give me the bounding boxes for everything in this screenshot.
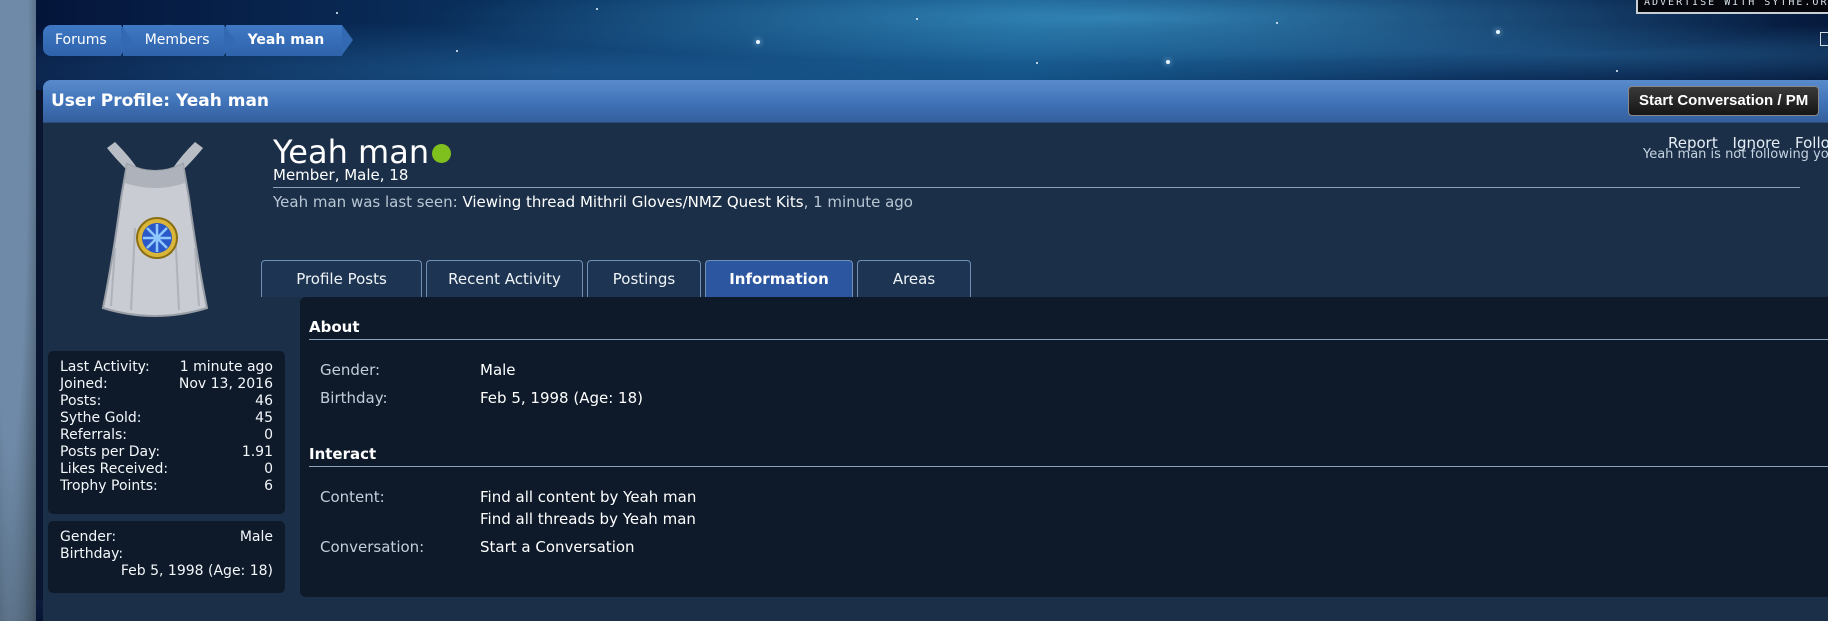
stat-value[interactable]: 6 (264, 478, 273, 495)
breadcrumb-members[interactable]: Members (122, 25, 235, 56)
tab-postings[interactable]: Postings (587, 260, 701, 297)
header-divider (273, 187, 1800, 188)
last-seen-action: Viewing thread (462, 193, 576, 211)
stat-sythe-gold: Sythe Gold: 45 (60, 410, 273, 427)
user-info-box: Gender: Male Birthday: Feb 5, 1998 (Age: … (48, 521, 285, 593)
tab-profile-posts[interactable]: Profile Posts (261, 260, 422, 297)
stat-label: Posts per Day: (60, 444, 161, 460)
advertise-banner[interactable]: ADVERTISE WITH SYTHE.ORG (1636, 0, 1828, 14)
profile-username: Yeah man (273, 133, 430, 171)
last-seen-thread-link[interactable]: Mithril Gloves/NMZ Quest Kits (580, 193, 804, 211)
stat-label: Likes Received: (60, 461, 169, 477)
find-all-content-link[interactable]: Find all content by Yeah man (480, 488, 696, 506)
stat-value[interactable]: 46 (255, 393, 273, 410)
sidebar-gender-value: Male (239, 529, 273, 545)
stat-trophy-points[interactable]: Trophy Points: 6 (60, 478, 273, 495)
external-link-icon[interactable] (1820, 32, 1828, 46)
sidebar-gender-row: Gender: Male (60, 529, 273, 546)
online-status-icon (432, 144, 451, 163)
tab-recent-activity[interactable]: Recent Activity (426, 260, 583, 297)
page-title: User Profile: Yeah man (51, 91, 270, 111)
interact-conversation-label: Conversation: (320, 538, 425, 556)
stat-value: Nov 13, 2016 (178, 376, 273, 392)
breadcrumb-current-user[interactable]: Yeah man (225, 25, 353, 56)
breadcrumb-forums[interactable]: Forums (43, 25, 132, 56)
information-content: About Gender: Male Birthday: Feb 5, 1998… (300, 297, 1828, 597)
stat-referrals: Referrals: 0 (60, 427, 273, 444)
about-gender-label: Gender: (320, 361, 381, 379)
stat-label: Joined: (60, 376, 108, 392)
stat-value: 0 (264, 461, 273, 477)
follow-note: Yeah man is not following you (1643, 147, 1828, 162)
stat-label: Last Activity: (60, 359, 150, 375)
breadcrumb: Forums Members Yeah man (43, 25, 353, 56)
start-conversation-button[interactable]: Start Conversation / PM (1628, 86, 1820, 116)
avatar[interactable] (85, 138, 225, 328)
about-birthday-value: Feb 5, 1998 (Age: 18) (480, 389, 643, 407)
interact-heading: Interact (309, 445, 377, 463)
profile-tabs: Profile Posts Recent Activity Postings I… (261, 260, 975, 297)
stat-posts[interactable]: Posts: 46 (60, 393, 273, 410)
about-heading: About (309, 318, 360, 336)
last-seen-time: , 1 minute ago (803, 193, 913, 211)
sidebar-gender-label: Gender: (60, 529, 117, 545)
stat-label: Trophy Points: (60, 478, 158, 494)
about-divider (309, 339, 1828, 340)
start-a-conversation-link[interactable]: Start a Conversation (480, 538, 635, 556)
stat-value: 0 (264, 427, 273, 443)
about-birthday-label: Birthday: (320, 389, 388, 407)
interact-divider (309, 466, 1828, 467)
stat-posts-per-day: Posts per Day: 1.91 (60, 444, 273, 461)
last-seen: Yeah man was last seen: Viewing thread M… (273, 193, 913, 211)
stat-value: 1 minute ago (179, 359, 273, 375)
interact-content-label: Content: (320, 488, 385, 506)
stat-label: Posts: (60, 393, 102, 409)
stat-value: 45 (255, 410, 273, 426)
sidebar-birthday-label: Birthday: (60, 546, 124, 562)
stat-label: Referrals: (60, 427, 127, 443)
tab-information[interactable]: Information (705, 260, 853, 297)
user-stats: Last Activity: 1 minute ago Joined: Nov 13… (48, 351, 285, 514)
tab-areas[interactable]: Areas (857, 260, 971, 297)
sidebar-birthday-value: Feb 5, 1998 (Age: 18) (120, 563, 273, 579)
find-all-threads-link[interactable]: Find all threads by Yeah man (480, 510, 696, 528)
panel-header: User Profile: Yeah man Start Conversatio… (43, 80, 1828, 123)
stat-joined: Joined: Nov 13, 2016 (60, 376, 273, 393)
last-seen-prefix: Yeah man was last seen: (273, 193, 458, 211)
about-gender-value: Male (480, 361, 516, 379)
stat-label: Sythe Gold: (60, 410, 142, 426)
stat-last-activity: Last Activity: 1 minute ago (60, 359, 273, 376)
user-title: Member, Male, 18 (273, 166, 409, 184)
stat-likes-received: Likes Received: 0 (60, 461, 273, 478)
stat-value: 1.91 (241, 444, 273, 460)
background-left-scenery (0, 0, 36, 621)
